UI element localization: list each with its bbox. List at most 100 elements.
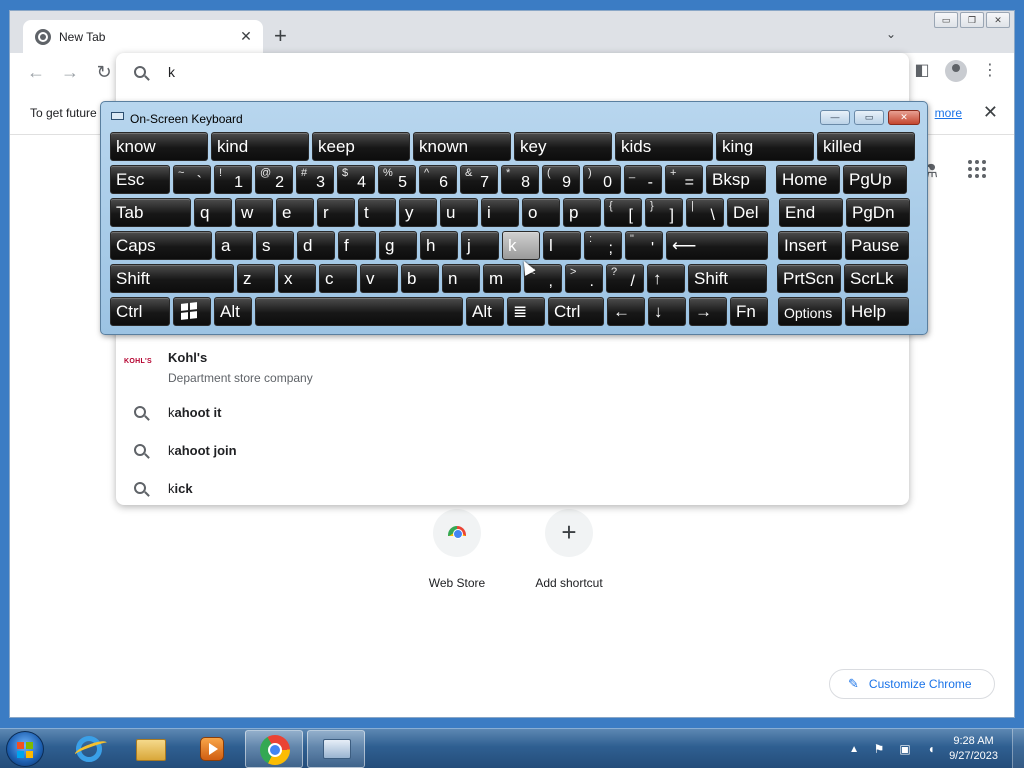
- prediction-key[interactable]: kids: [615, 132, 713, 161]
- key-a[interactable]: a: [215, 231, 253, 260]
- key-symbol[interactable]: {[: [604, 198, 642, 227]
- key-4[interactable]: $4: [337, 165, 375, 194]
- prediction-key[interactable]: kind: [211, 132, 309, 161]
- close-button[interactable]: ✕: [986, 12, 1010, 28]
- osk-minimize-button[interactable]: —: [820, 110, 850, 125]
- key-symbol[interactable]: | \: [686, 198, 724, 227]
- key-prtscn[interactable]: PrtScn: [777, 264, 841, 293]
- omnibox-input[interactable]: k: [116, 53, 909, 91]
- prediction-key[interactable]: king: [716, 132, 814, 161]
- key-f[interactable]: f: [338, 231, 376, 260]
- key-scrlk[interactable]: ScrLk: [844, 264, 908, 293]
- key-2[interactable]: @2: [255, 165, 293, 194]
- key-c[interactable]: c: [319, 264, 357, 293]
- key-d[interactable]: d: [297, 231, 335, 260]
- key-p[interactable]: p: [563, 198, 601, 227]
- key-bksp[interactable]: Bksp: [706, 165, 766, 194]
- key-m[interactable]: m: [483, 264, 521, 293]
- key-symbol[interactable]: ←: [607, 297, 645, 326]
- start-button[interactable]: [6, 731, 44, 767]
- key-n[interactable]: n: [442, 264, 480, 293]
- key-w[interactable]: w: [235, 198, 273, 227]
- action-center-icon[interactable]: ⚑: [871, 741, 887, 757]
- taskbar-internet-explorer[interactable]: [60, 730, 118, 768]
- key-x[interactable]: x: [278, 264, 316, 293]
- key-fn[interactable]: Fn: [730, 297, 768, 326]
- key-t[interactable]: t: [358, 198, 396, 227]
- key-symbol[interactable]: ↑: [647, 264, 685, 293]
- profile-avatar[interactable]: [945, 60, 967, 82]
- reload-button[interactable]: ↻: [89, 57, 119, 87]
- key-pgup[interactable]: PgUp: [843, 165, 907, 194]
- key-symbol[interactable]: }]: [645, 198, 683, 227]
- key-symbol[interactable]: →: [689, 297, 727, 326]
- forward-button[interactable]: →: [55, 57, 85, 87]
- key-alt[interactable]: Alt: [466, 297, 504, 326]
- suggestion-entity[interactable]: KOHL'S Kohl's Department store company: [116, 341, 909, 397]
- minimize-button[interactable]: ▭: [934, 12, 958, 28]
- prediction-key[interactable]: known: [413, 132, 511, 161]
- customize-chrome-button[interactable]: ✎ Customize Chrome: [829, 669, 995, 699]
- taskbar-media-player[interactable]: [182, 730, 240, 768]
- key-symbol[interactable]: ~ `: [173, 165, 211, 194]
- osk-restore-button[interactable]: ▭: [854, 110, 884, 125]
- key-help[interactable]: Help: [845, 297, 909, 326]
- key-l[interactable]: l: [543, 231, 581, 260]
- maximize-button[interactable]: ❐: [960, 12, 984, 28]
- key-j[interactable]: j: [461, 231, 499, 260]
- key-symbol[interactable]: >.: [565, 264, 603, 293]
- show-hidden-icons-button[interactable]: ▲: [849, 744, 859, 755]
- key-symbol[interactable]: ≣: [507, 297, 545, 326]
- key-alt[interactable]: Alt: [214, 297, 252, 326]
- prediction-key[interactable]: killed: [817, 132, 915, 161]
- key-k[interactable]: k: [502, 231, 540, 260]
- key-s[interactable]: s: [256, 231, 294, 260]
- key-r[interactable]: r: [317, 198, 355, 227]
- key-symbol[interactable]: ? /: [606, 264, 644, 293]
- tab-close-icon[interactable]: ✕: [237, 27, 255, 45]
- key-7[interactable]: & 7: [460, 165, 498, 194]
- prediction-key[interactable]: know: [110, 132, 208, 161]
- key-z[interactable]: z: [237, 264, 275, 293]
- key-ctrl[interactable]: Ctrl: [548, 297, 604, 326]
- tab-search-icon[interactable]: ⌄: [886, 27, 896, 41]
- osk-close-button[interactable]: ✕: [888, 110, 920, 125]
- show-desktop-button[interactable]: [1012, 729, 1024, 768]
- key-symbol[interactable]: + =: [665, 165, 703, 194]
- clock[interactable]: 9:28 AM 9/27/2023: [949, 734, 998, 764]
- key-symbol[interactable]: ⟵: [666, 231, 768, 260]
- shortcut-web-store[interactable]: Web Store: [407, 509, 507, 590]
- key-9[interactable]: (9: [542, 165, 580, 194]
- apps-grid-icon[interactable]: [968, 160, 986, 178]
- taskbar-file-explorer[interactable]: [121, 730, 179, 768]
- key-symbol[interactable]: :;: [584, 231, 622, 260]
- tab-new-tab[interactable]: New Tab ✕: [23, 20, 263, 53]
- key-shift[interactable]: Shift: [688, 264, 767, 293]
- key-end[interactable]: End: [779, 198, 843, 227]
- key-o[interactable]: o: [522, 198, 560, 227]
- taskbar-chrome[interactable]: [245, 730, 303, 768]
- key-tab[interactable]: Tab: [110, 198, 191, 227]
- key-h[interactable]: h: [420, 231, 458, 260]
- key-pause[interactable]: Pause: [845, 231, 909, 260]
- key-g[interactable]: g: [379, 231, 417, 260]
- key-symbol[interactable]: ↓: [648, 297, 686, 326]
- key-caps[interactable]: Caps: [110, 231, 212, 260]
- network-icon[interactable]: ▣: [897, 741, 913, 757]
- prediction-key[interactable]: keep: [312, 132, 410, 161]
- suggestion-item[interactable]: kahoot it: [116, 393, 909, 431]
- key-space[interactable]: [255, 297, 463, 326]
- info-bar-close-icon[interactable]: ✕: [983, 102, 998, 123]
- key-b[interactable]: b: [401, 264, 439, 293]
- suggestion-item[interactable]: kick: [116, 469, 909, 507]
- new-tab-button[interactable]: +: [274, 25, 287, 47]
- key-pgdn[interactable]: PgDn: [846, 198, 910, 227]
- key-6[interactable]: ^ 6: [419, 165, 457, 194]
- back-button[interactable]: ←: [21, 57, 51, 87]
- key-esc[interactable]: Esc: [110, 165, 170, 194]
- key-del[interactable]: Del: [727, 198, 769, 227]
- prediction-key[interactable]: key: [514, 132, 612, 161]
- shortcut-add[interactable]: + Add shortcut: [519, 509, 619, 590]
- key-options[interactable]: Options: [778, 297, 842, 326]
- info-bar-learn-more-link[interactable]: more: [935, 106, 962, 120]
